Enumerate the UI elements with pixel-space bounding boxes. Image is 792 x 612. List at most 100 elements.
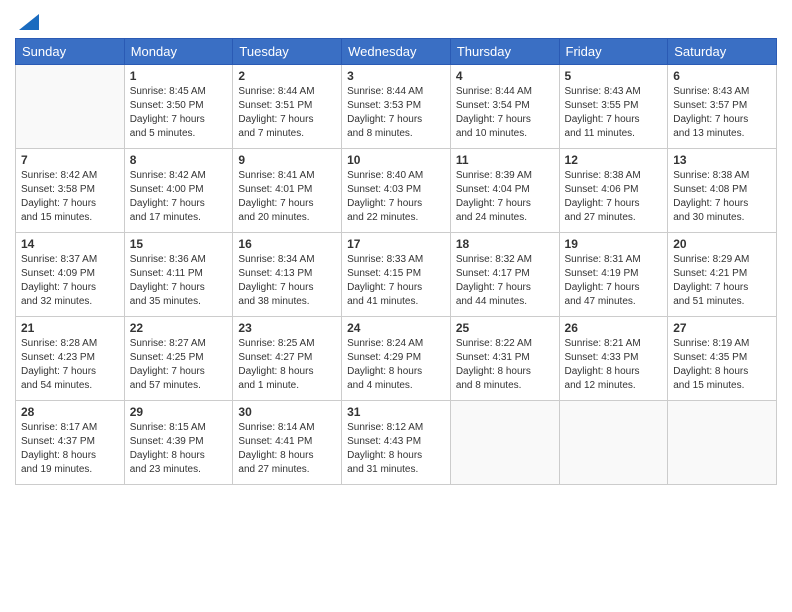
day-number: 18	[456, 237, 554, 251]
day-number: 8	[130, 153, 228, 167]
calendar-cell: 10 Sunrise: 8:40 AMSunset: 4:03 PMDayligh…	[342, 149, 451, 233]
day-number: 10	[347, 153, 445, 167]
calendar-cell: 5 Sunrise: 8:43 AMSunset: 3:55 PMDaylight…	[559, 65, 668, 149]
col-header-tuesday: Tuesday	[233, 39, 342, 65]
day-number: 9	[238, 153, 336, 167]
day-number: 21	[21, 321, 119, 335]
day-info: Sunrise: 8:12 AMSunset: 4:43 PMDaylight:…	[347, 421, 445, 477]
day-info: Sunrise: 8:32 AMSunset: 4:17 PMDaylight:…	[456, 253, 554, 309]
day-info: Sunrise: 8:42 AMSunset: 3:58 PMDaylight:…	[21, 169, 119, 225]
calendar-cell: 27Sunrise: 8:19 AMSunset: 4:35 PMDayligh…	[668, 317, 777, 401]
col-header-friday: Friday	[559, 39, 668, 65]
calendar-cell: 16 Sunrise: 8:34 AMSunset: 4:13 PMDayligh…	[233, 233, 342, 317]
day-number: 2	[238, 69, 336, 83]
calendar-cell: 13 Sunrise: 8:38 AMSunset: 4:08 PMDayligh…	[668, 149, 777, 233]
day-info: Sunrise: 8:45 AMSunset: 3:50 PMDaylight:…	[130, 85, 228, 141]
day-info: Sunrise: 8:43 AMSunset: 3:55 PMDaylight:…	[565, 85, 663, 141]
day-info: Sunrise: 8:38 AMSunset: 4:08 PMDaylight:…	[673, 169, 771, 225]
day-info: Sunrise: 8:43 AMSunset: 3:57 PMDaylight:…	[673, 85, 771, 141]
day-number: 16	[238, 237, 336, 251]
col-header-monday: Monday	[124, 39, 233, 65]
day-info: Sunrise: 8:14 AMSunset: 4:41 PMDaylight:…	[238, 421, 336, 477]
calendar-cell: 9 Sunrise: 8:41 AMSunset: 4:01 PMDaylight…	[233, 149, 342, 233]
day-info: Sunrise: 8:34 AMSunset: 4:13 PMDaylight:…	[238, 253, 336, 309]
day-info: Sunrise: 8:19 AMSunset: 4:35 PMDaylight:…	[673, 337, 771, 393]
day-info: Sunrise: 8:29 AMSunset: 4:21 PMDaylight:…	[673, 253, 771, 309]
day-number: 17	[347, 237, 445, 251]
day-info: Sunrise: 8:37 AMSunset: 4:09 PMDaylight:…	[21, 253, 119, 309]
day-info: Sunrise: 8:36 AMSunset: 4:11 PMDaylight:…	[130, 253, 228, 309]
calendar-cell: 12 Sunrise: 8:38 AMSunset: 4:06 PMDayligh…	[559, 149, 668, 233]
col-header-thursday: Thursday	[450, 39, 559, 65]
day-number: 14	[21, 237, 119, 251]
day-info: Sunrise: 8:41 AMSunset: 4:01 PMDaylight:…	[238, 169, 336, 225]
day-number: 15	[130, 237, 228, 251]
calendar-cell: 15 Sunrise: 8:36 AMSunset: 4:11 PMDayligh…	[124, 233, 233, 317]
day-number: 5	[565, 69, 663, 83]
day-number: 30	[238, 405, 336, 419]
calendar-cell: 20 Sunrise: 8:29 AMSunset: 4:21 PMDayligh…	[668, 233, 777, 317]
calendar-cell	[559, 401, 668, 485]
calendar-cell: 7 Sunrise: 8:42 AMSunset: 3:58 PMDaylight…	[16, 149, 125, 233]
calendar-cell: 22Sunrise: 8:27 AMSunset: 4:25 PMDayligh…	[124, 317, 233, 401]
calendar-cell: 31 Sunrise: 8:12 AMSunset: 4:43 PMDayligh…	[342, 401, 451, 485]
calendar-cell: 19 Sunrise: 8:31 AMSunset: 4:19 PMDayligh…	[559, 233, 668, 317]
calendar-cell: 25 Sunrise: 8:22 AMSunset: 4:31 PMDayligh…	[450, 317, 559, 401]
calendar-cell: 21 Sunrise: 8:28 AMSunset: 4:23 PMDayligh…	[16, 317, 125, 401]
day-info: Sunrise: 8:28 AMSunset: 4:23 PMDaylight:…	[21, 337, 119, 393]
header	[15, 10, 777, 30]
calendar-cell: 6 Sunrise: 8:43 AMSunset: 3:57 PMDaylight…	[668, 65, 777, 149]
week-row-5: 28 Sunrise: 8:17 AMSunset: 4:37 PMDayligh…	[16, 401, 777, 485]
calendar-cell: 8Sunrise: 8:42 AMSunset: 4:00 PMDaylight…	[124, 149, 233, 233]
day-number: 12	[565, 153, 663, 167]
day-number: 25	[456, 321, 554, 335]
day-info: Sunrise: 8:40 AMSunset: 4:03 PMDaylight:…	[347, 169, 445, 225]
day-number: 4	[456, 69, 554, 83]
calendar-cell: 23 Sunrise: 8:25 AMSunset: 4:27 PMDayligh…	[233, 317, 342, 401]
day-info: Sunrise: 8:25 AMSunset: 4:27 PMDaylight:…	[238, 337, 336, 393]
calendar-cell	[16, 65, 125, 149]
day-number: 3	[347, 69, 445, 83]
day-info: Sunrise: 8:24 AMSunset: 4:29 PMDaylight:…	[347, 337, 445, 393]
week-row-1: 1 Sunrise: 8:45 AMSunset: 3:50 PMDaylight…	[16, 65, 777, 149]
page: SundayMondayTuesdayWednesdayThursdayFrid…	[0, 0, 792, 612]
calendar-cell: 30 Sunrise: 8:14 AMSunset: 4:41 PMDayligh…	[233, 401, 342, 485]
day-info: Sunrise: 8:44 AMSunset: 3:53 PMDaylight:…	[347, 85, 445, 141]
day-number: 22	[130, 321, 228, 335]
day-number: 13	[673, 153, 771, 167]
col-header-wednesday: Wednesday	[342, 39, 451, 65]
calendar-table: SundayMondayTuesdayWednesdayThursdayFrid…	[15, 38, 777, 485]
day-info: Sunrise: 8:44 AMSunset: 3:54 PMDaylight:…	[456, 85, 554, 141]
day-info: Sunrise: 8:31 AMSunset: 4:19 PMDaylight:…	[565, 253, 663, 309]
day-info: Sunrise: 8:15 AMSunset: 4:39 PMDaylight:…	[130, 421, 228, 477]
calendar-cell: 3 Sunrise: 8:44 AMSunset: 3:53 PMDaylight…	[342, 65, 451, 149]
day-number: 31	[347, 405, 445, 419]
day-number: 20	[673, 237, 771, 251]
calendar-cell: 26Sunrise: 8:21 AMSunset: 4:33 PMDayligh…	[559, 317, 668, 401]
week-row-2: 7 Sunrise: 8:42 AMSunset: 3:58 PMDaylight…	[16, 149, 777, 233]
day-info: Sunrise: 8:38 AMSunset: 4:06 PMDaylight:…	[565, 169, 663, 225]
logo-triangle-icon	[19, 14, 39, 30]
day-number: 11	[456, 153, 554, 167]
col-header-saturday: Saturday	[668, 39, 777, 65]
week-row-4: 21 Sunrise: 8:28 AMSunset: 4:23 PMDayligh…	[16, 317, 777, 401]
day-number: 7	[21, 153, 119, 167]
day-number: 19	[565, 237, 663, 251]
day-info: Sunrise: 8:17 AMSunset: 4:37 PMDaylight:…	[21, 421, 119, 477]
day-number: 26	[565, 321, 663, 335]
calendar-cell: 11 Sunrise: 8:39 AMSunset: 4:04 PMDayligh…	[450, 149, 559, 233]
day-info: Sunrise: 8:22 AMSunset: 4:31 PMDaylight:…	[456, 337, 554, 393]
day-number: 6	[673, 69, 771, 83]
week-row-3: 14 Sunrise: 8:37 AMSunset: 4:09 PMDayligh…	[16, 233, 777, 317]
day-info: Sunrise: 8:39 AMSunset: 4:04 PMDaylight:…	[456, 169, 554, 225]
day-number: 28	[21, 405, 119, 419]
calendar-header-row: SundayMondayTuesdayWednesdayThursdayFrid…	[16, 39, 777, 65]
calendar-cell: 4 Sunrise: 8:44 AMSunset: 3:54 PMDaylight…	[450, 65, 559, 149]
day-number: 1	[130, 69, 228, 83]
day-info: Sunrise: 8:44 AMSunset: 3:51 PMDaylight:…	[238, 85, 336, 141]
calendar-cell: 17Sunrise: 8:33 AMSunset: 4:15 PMDayligh…	[342, 233, 451, 317]
calendar-cell: 29Sunrise: 8:15 AMSunset: 4:39 PMDayligh…	[124, 401, 233, 485]
day-number: 23	[238, 321, 336, 335]
calendar-cell: 24Sunrise: 8:24 AMSunset: 4:29 PMDayligh…	[342, 317, 451, 401]
calendar-cell: 18 Sunrise: 8:32 AMSunset: 4:17 PMDayligh…	[450, 233, 559, 317]
